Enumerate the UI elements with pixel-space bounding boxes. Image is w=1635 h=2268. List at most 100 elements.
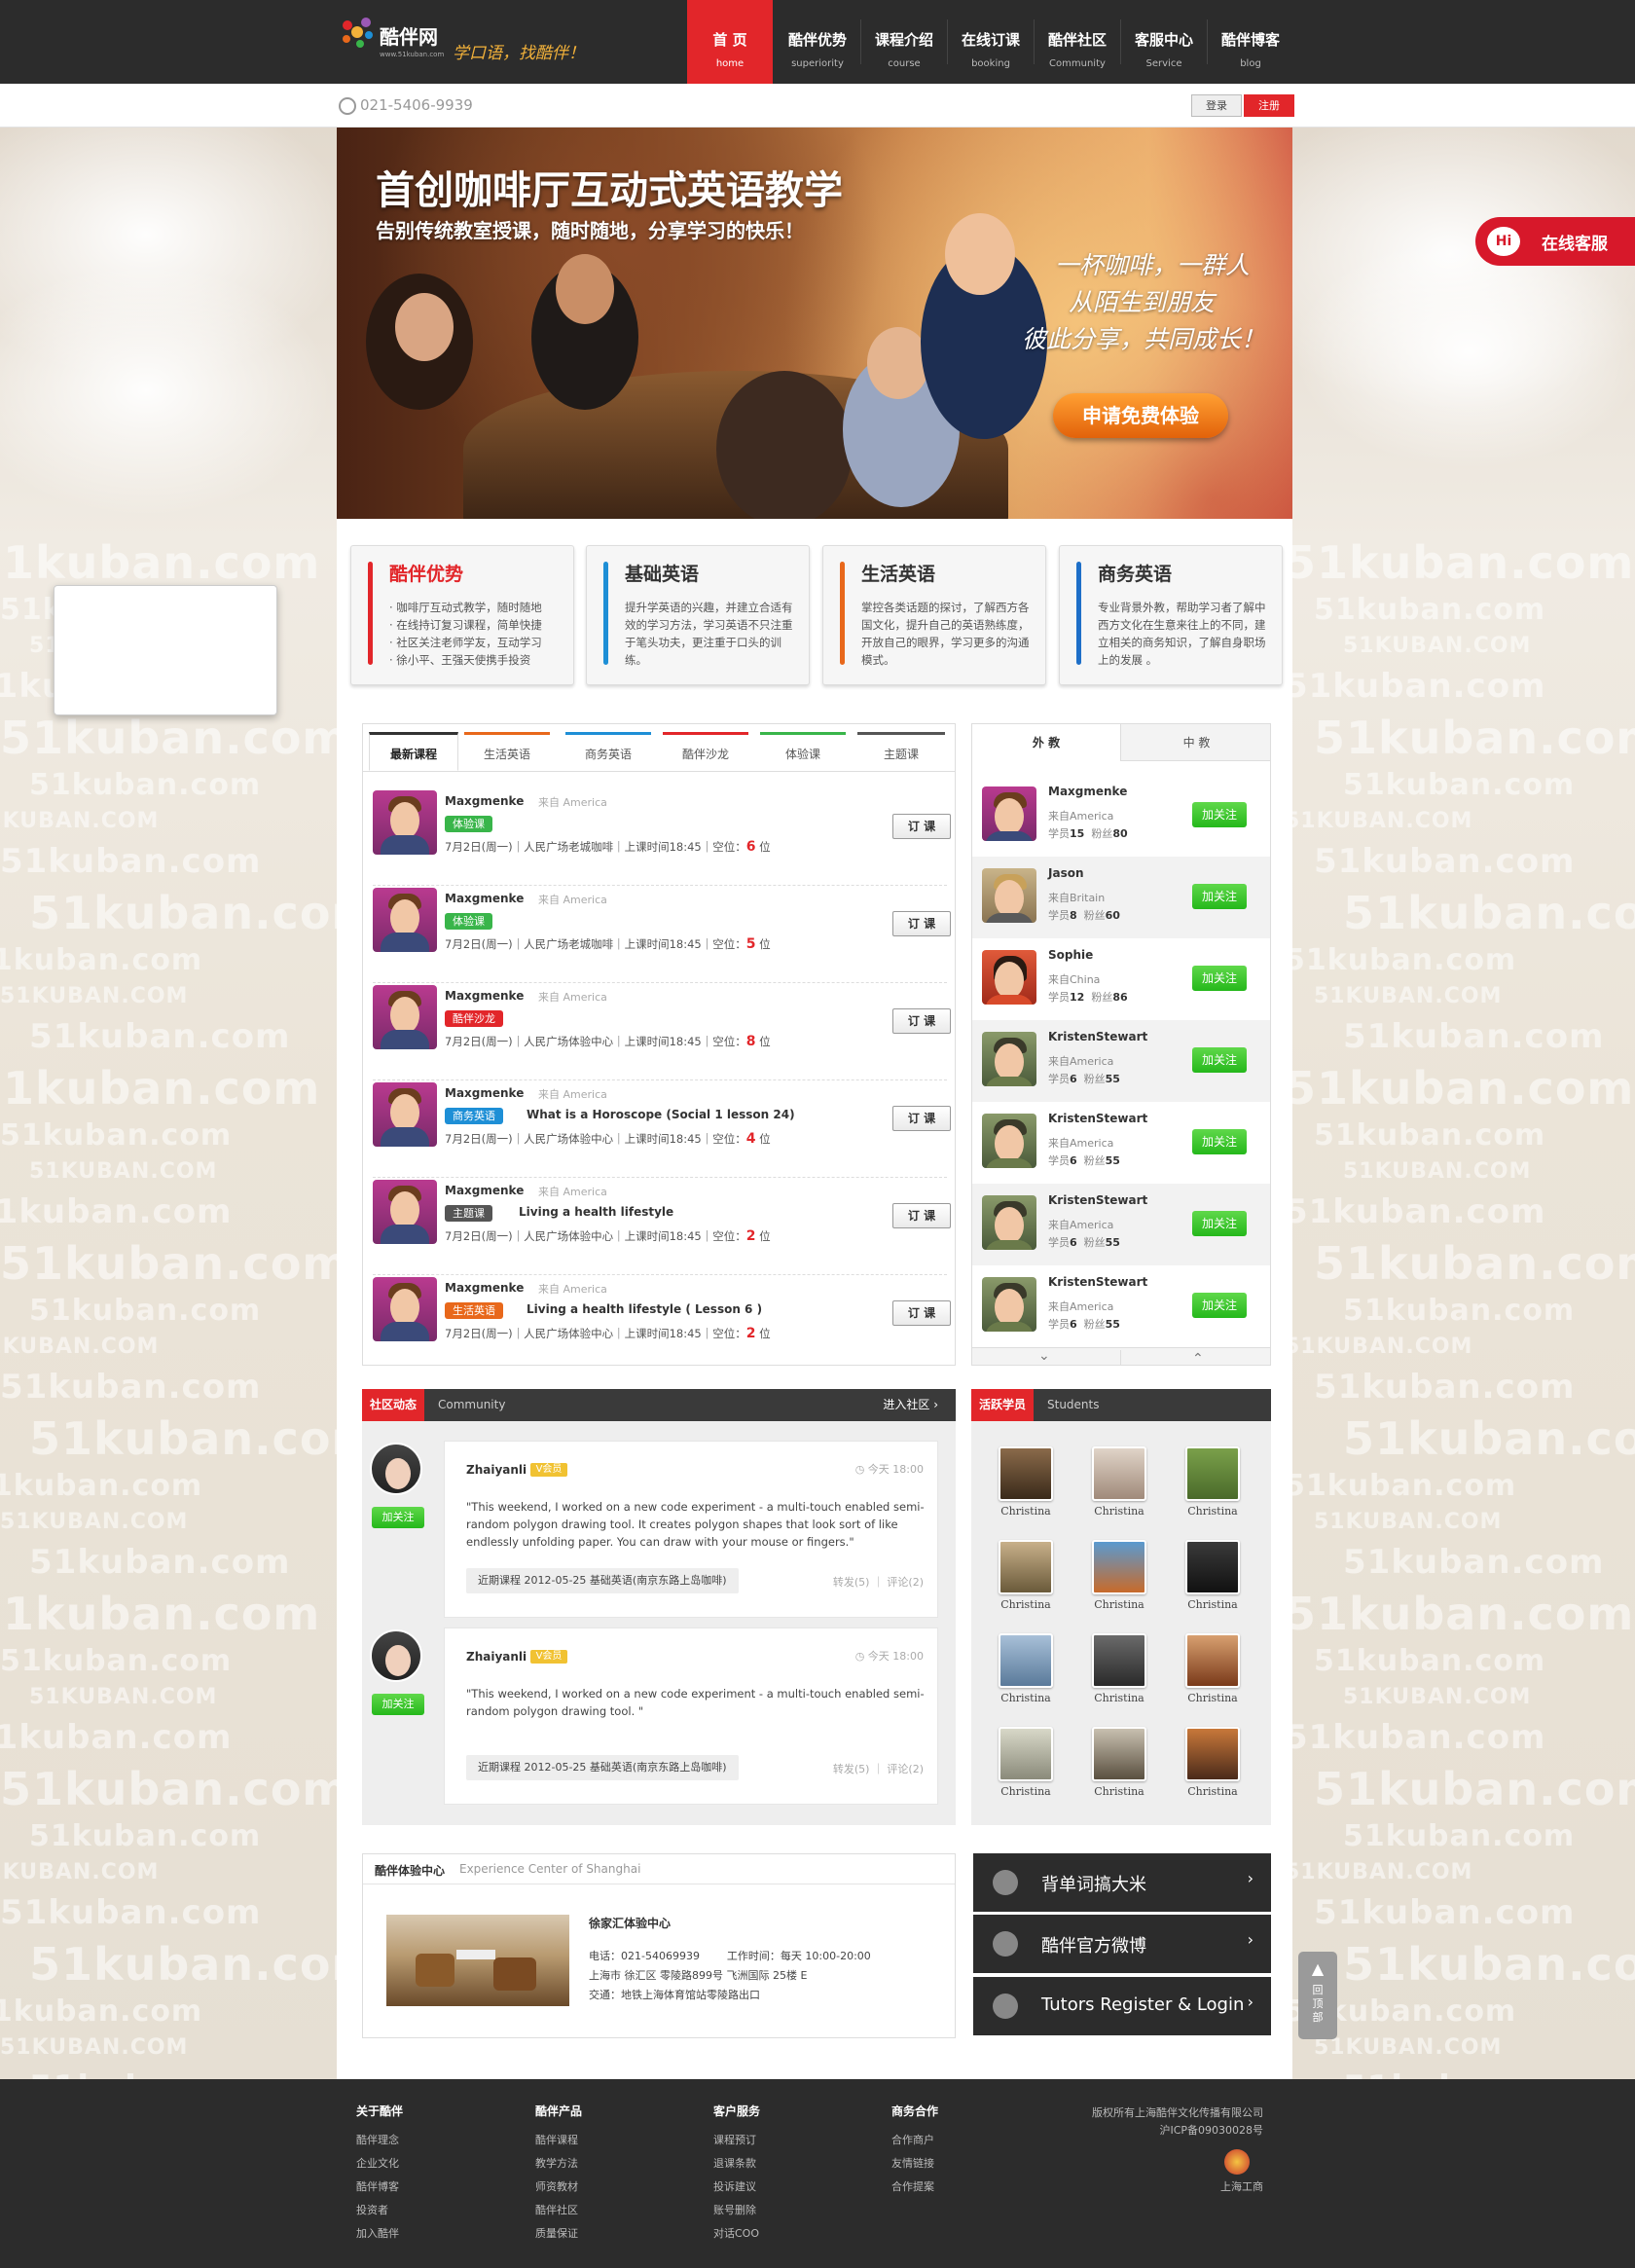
teacher-avatar[interactable] bbox=[982, 1114, 1036, 1168]
footer-link[interactable]: 友情链接 bbox=[891, 2152, 938, 2176]
footer-link[interactable]: 教学方法 bbox=[535, 2152, 582, 2176]
nav-community[interactable]: 酷伴社区 Community bbox=[1035, 0, 1120, 84]
book-button[interactable]: 订 课 bbox=[892, 1008, 951, 1034]
teacher-name[interactable]: Jason bbox=[1048, 866, 1084, 880]
nav-home[interactable]: 首 页 home bbox=[687, 0, 773, 84]
post-course[interactable]: 近期课程 2012-05-25 基础英语(南京东路上岛咖啡) bbox=[466, 1755, 739, 1780]
center-photo[interactable] bbox=[386, 1915, 569, 2006]
scroll-up-icon[interactable]: ⌃ bbox=[1192, 1351, 1204, 1365]
post-actions[interactable]: 转发(5) ｜ 评论(2) bbox=[833, 1574, 924, 1590]
student-avatar[interactable] bbox=[1092, 1446, 1146, 1501]
online-service-button[interactable]: Hi 在线客服 bbox=[1475, 217, 1635, 266]
register-button[interactable]: 注册 bbox=[1244, 94, 1294, 117]
teacher-name[interactable]: KristenStewart bbox=[1048, 1112, 1147, 1125]
footer-link[interactable]: 合作提案 bbox=[891, 2176, 938, 2199]
footer-link[interactable]: 投资者 bbox=[356, 2199, 403, 2222]
tab-salon[interactable]: 酷伴沙龙 bbox=[663, 732, 748, 771]
book-button[interactable]: 订 课 bbox=[892, 1203, 951, 1228]
post-actions[interactable]: 转发(5) ｜ 评论(2) bbox=[833, 1761, 924, 1776]
footer-link[interactable]: 对话COO bbox=[713, 2222, 760, 2246]
scroll-down-icon[interactable]: ⌄ bbox=[1038, 1348, 1050, 1364]
teacher-avatar[interactable] bbox=[982, 950, 1036, 1005]
student-avatar[interactable] bbox=[1185, 1727, 1240, 1781]
user-avatar[interactable] bbox=[370, 1443, 422, 1495]
teacher-name[interactable]: Maxgmenke bbox=[445, 1086, 524, 1100]
back-to-top-button[interactable]: ▲ 回顶部 bbox=[1298, 1952, 1337, 2039]
course-title[interactable]: Living a health lifestyle ( Lesson 6 ) bbox=[527, 1302, 762, 1316]
student-name[interactable]: Christina bbox=[992, 1598, 1060, 1611]
nav-blog[interactable]: 酷伴博客 blog bbox=[1208, 0, 1293, 84]
footer-link[interactable]: 师资教材 bbox=[535, 2176, 582, 2199]
login-button[interactable]: 登录 bbox=[1191, 94, 1242, 117]
teacher-avatar[interactable] bbox=[982, 1032, 1036, 1086]
follow-button[interactable]: 加关注 bbox=[1192, 802, 1247, 827]
footer-link[interactable]: 投诉建议 bbox=[713, 2176, 760, 2199]
student-name[interactable]: Christina bbox=[992, 1505, 1060, 1518]
vocab-link-button[interactable]: 背单词搞大米 › bbox=[973, 1853, 1271, 1912]
feature-card-basic[interactable]: 基础英语 提升学英语的兴趣，并建立合适有效的学习方法，学习英语不只注重于笔头功夫… bbox=[586, 545, 810, 685]
teacher-avatar[interactable] bbox=[373, 985, 437, 1049]
student-avatar[interactable] bbox=[999, 1446, 1053, 1501]
teacher-name[interactable]: Maxgmenke bbox=[445, 892, 524, 905]
footer-link[interactable]: 合作商户 bbox=[891, 2129, 938, 2152]
user-avatar[interactable] bbox=[370, 1629, 422, 1682]
student-name[interactable]: Christina bbox=[1085, 1598, 1153, 1611]
book-button[interactable]: 订 课 bbox=[892, 911, 951, 936]
feature-card-business[interactable]: 商务英语 专业背景外教，帮助学习者了解中西方文化在生意来往上的不同，建立相关的商… bbox=[1059, 545, 1283, 685]
follow-button[interactable]: 加关注 bbox=[1192, 884, 1247, 909]
logo-text[interactable]: 酷伴网 bbox=[380, 21, 438, 50]
follow-button[interactable]: 加关注 bbox=[1192, 1211, 1247, 1236]
teacher-name[interactable]: KristenStewart bbox=[1048, 1030, 1147, 1043]
teacher-avatar[interactable] bbox=[982, 1195, 1036, 1250]
book-button[interactable]: 订 课 bbox=[892, 814, 951, 839]
nav-booking[interactable]: 在线订课 booking bbox=[948, 0, 1034, 84]
tab-business[interactable]: 商务英语 bbox=[565, 732, 651, 771]
teacher-avatar[interactable] bbox=[373, 790, 437, 855]
follow-button[interactable]: 加关注 bbox=[1192, 1047, 1247, 1073]
follow-button[interactable]: 加关注 bbox=[1192, 966, 1247, 991]
teacher-name[interactable]: Maxgmenke bbox=[445, 1281, 524, 1295]
footer-link[interactable]: 退课条款 bbox=[713, 2152, 760, 2176]
icp-number[interactable]: 沪ICP备09030028号 bbox=[1159, 2122, 1263, 2138]
tab-chinese-teachers[interactable]: 中 教 bbox=[1120, 724, 1270, 761]
teacher-avatar[interactable] bbox=[982, 1277, 1036, 1332]
teacher-name[interactable]: KristenStewart bbox=[1048, 1193, 1147, 1207]
tab-theme[interactable]: 主题课 bbox=[857, 732, 945, 771]
book-button[interactable]: 订 课 bbox=[892, 1300, 951, 1326]
post-course[interactable]: 近期课程 2012-05-25 基础英语(南京东路上岛咖啡) bbox=[466, 1568, 739, 1593]
teacher-avatar[interactable] bbox=[982, 786, 1036, 841]
footer-link[interactable]: 课程预订 bbox=[713, 2129, 760, 2152]
footer-link[interactable]: 酷伴博客 bbox=[356, 2176, 403, 2199]
book-button[interactable]: 订 课 bbox=[892, 1106, 951, 1131]
feature-card-advantages[interactable]: 酷伴优势 · 咖啡厅互动式教学，随时随地 · 在线持订复习课程，简单快捷 · 社… bbox=[350, 545, 574, 685]
student-name[interactable]: Christina bbox=[1085, 1785, 1153, 1798]
teacher-avatar[interactable] bbox=[373, 1180, 437, 1244]
student-avatar[interactable] bbox=[1092, 1727, 1146, 1781]
footer-link[interactable]: 企业文化 bbox=[356, 2152, 403, 2176]
teacher-avatar[interactable] bbox=[373, 1277, 437, 1341]
student-name[interactable]: Christina bbox=[1179, 1598, 1247, 1611]
nav-course[interactable]: 课程介绍 course bbox=[861, 0, 947, 84]
teacher-avatar[interactable] bbox=[982, 868, 1036, 923]
teacher-name[interactable]: Maxgmenke bbox=[445, 1184, 524, 1197]
teacher-name[interactable]: KristenStewart bbox=[1048, 1275, 1147, 1289]
student-name[interactable]: Christina bbox=[1179, 1505, 1247, 1518]
tab-latest[interactable]: 最新课程 bbox=[369, 732, 458, 771]
student-name[interactable]: Christina bbox=[1085, 1505, 1153, 1518]
student-avatar[interactable] bbox=[1185, 1633, 1240, 1688]
teacher-name[interactable]: Maxgmenke bbox=[1048, 785, 1127, 798]
footer-link[interactable]: 酷伴课程 bbox=[535, 2129, 582, 2152]
student-avatar[interactable] bbox=[999, 1540, 1053, 1594]
footer-link[interactable]: 加入酷伴 bbox=[356, 2222, 403, 2246]
follow-button[interactable]: 加关注 bbox=[1192, 1293, 1247, 1318]
course-title[interactable]: What is a Horoscope (Social 1 lesson 24) bbox=[527, 1108, 795, 1121]
footer-link[interactable]: 质量保证 bbox=[535, 2222, 582, 2246]
student-avatar[interactable] bbox=[1092, 1540, 1146, 1594]
student-name[interactable]: Christina bbox=[1085, 1692, 1153, 1704]
tutors-login-button[interactable]: Tutors Register & Login › bbox=[973, 1977, 1271, 2035]
student-name[interactable]: Christina bbox=[992, 1692, 1060, 1704]
student-avatar[interactable] bbox=[1185, 1446, 1240, 1501]
teacher-avatar[interactable] bbox=[373, 1082, 437, 1147]
post-author[interactable]: Zhaiyanli bbox=[466, 1650, 527, 1664]
free-trial-button[interactable]: 申请免费体验 bbox=[1053, 393, 1228, 438]
